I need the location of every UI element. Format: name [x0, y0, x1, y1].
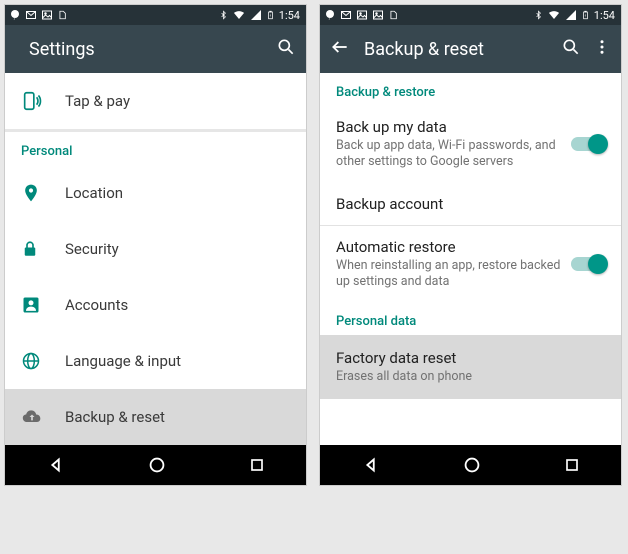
row-label: Language & input — [65, 352, 181, 370]
hangouts-icon — [9, 9, 21, 21]
row-language-input[interactable]: Language & input — [5, 333, 306, 389]
image-icon — [41, 9, 53, 21]
row-location[interactable]: Location — [5, 165, 306, 221]
row-label: Location — [65, 184, 123, 202]
row-label: Accounts — [65, 296, 128, 314]
section-header-backup-restore: Backup & restore — [320, 73, 621, 106]
settings-list: Tap & pay Personal Location Security Acc… — [5, 73, 306, 445]
recents-button[interactable] — [562, 455, 582, 475]
row-title: Factory data reset — [336, 349, 605, 367]
app-bar: Settings — [5, 25, 306, 73]
lock-icon — [21, 239, 65, 259]
signal-icon — [565, 9, 577, 21]
sim-icon — [57, 9, 67, 21]
row-security[interactable]: Security — [5, 221, 306, 277]
search-icon[interactable] — [561, 37, 581, 61]
toggle-switch[interactable] — [571, 137, 605, 151]
home-button[interactable] — [461, 454, 483, 476]
page-title: Settings — [29, 39, 276, 60]
row-title: Automatic restore — [336, 238, 563, 256]
wifi-icon — [232, 9, 246, 21]
row-subtitle: Erases all data on phone — [336, 369, 605, 385]
back-icon[interactable] — [330, 37, 350, 61]
row-label: Tap & pay — [65, 92, 130, 110]
row-tap-and-pay[interactable]: Tap & pay — [5, 73, 306, 129]
search-icon[interactable] — [276, 37, 296, 61]
bluetooth-icon — [219, 9, 228, 21]
gmail-icon — [340, 9, 352, 21]
backup-reset-content: Backup & restore Back up my data Back up… — [320, 73, 621, 445]
navigation-bar — [320, 445, 621, 485]
left-screen: 1:54 Settings Tap & pay Personal Locatio… — [4, 4, 307, 486]
app-bar: Backup & reset — [320, 25, 621, 73]
wifi-icon — [547, 9, 561, 21]
overflow-menu-icon[interactable] — [593, 38, 611, 60]
back-button[interactable] — [45, 454, 67, 476]
status-time: 1:54 — [594, 9, 615, 22]
row-factory-data-reset[interactable]: Factory data reset Erases all data on ph… — [320, 335, 621, 399]
home-button[interactable] — [146, 454, 168, 476]
row-title: Backup account — [336, 195, 605, 213]
image-icon — [356, 9, 368, 21]
image-icon — [372, 9, 384, 21]
row-subtitle: Back up app data, Wi-Fi passwords, and o… — [336, 138, 563, 171]
row-label: Backup & reset — [65, 408, 165, 426]
row-backup-account[interactable]: Backup account — [320, 183, 621, 225]
status-bar: 1:54 — [5, 5, 306, 25]
right-screen: 1:54 Backup & reset Backup & restore Bac… — [319, 4, 622, 486]
toggle-switch[interactable] — [571, 257, 605, 271]
bluetooth-icon — [534, 9, 543, 21]
account-icon — [21, 295, 65, 315]
hangouts-icon — [324, 9, 336, 21]
row-accounts[interactable]: Accounts — [5, 277, 306, 333]
sim-icon — [388, 9, 398, 21]
battery-icon — [266, 9, 275, 21]
section-header-personal-data: Personal data — [320, 302, 621, 335]
page-title: Backup & reset — [364, 39, 561, 60]
section-header-personal: Personal — [5, 132, 306, 165]
row-title: Back up my data — [336, 118, 563, 136]
gmail-icon — [25, 9, 37, 21]
battery-icon — [581, 9, 590, 21]
status-bar: 1:54 — [320, 5, 621, 25]
cloud-upload-icon — [21, 407, 65, 427]
row-automatic-restore[interactable]: Automatic restore When reinstalling an a… — [320, 226, 621, 303]
recents-button[interactable] — [247, 455, 267, 475]
navigation-bar — [5, 445, 306, 485]
row-backup-reset[interactable]: Backup & reset — [5, 389, 306, 445]
globe-icon — [21, 351, 65, 371]
row-label: Security — [65, 240, 119, 258]
row-subtitle: When reinstalling an app, restore backed… — [336, 258, 563, 291]
nfc-icon — [21, 90, 65, 112]
back-button[interactable] — [360, 454, 382, 476]
signal-icon — [250, 9, 262, 21]
row-backup-my-data[interactable]: Back up my data Back up app data, Wi-Fi … — [320, 106, 621, 183]
status-time: 1:54 — [279, 9, 300, 22]
location-icon — [21, 183, 65, 203]
